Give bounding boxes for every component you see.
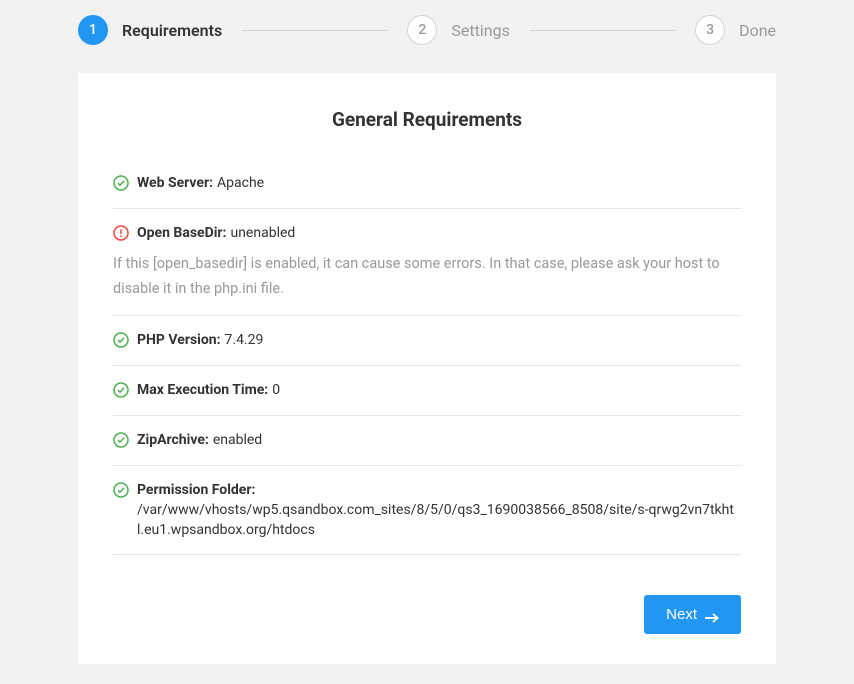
- step-done[interactable]: 3 Done: [695, 15, 776, 45]
- arrow-right-icon: [705, 610, 719, 620]
- requirement-webserver: Web Server: Apache: [113, 159, 741, 209]
- check-icon: [113, 175, 129, 191]
- requirement-label: Permission Folder:: [137, 480, 255, 501]
- requirement-permission-folder: Permission Folder: /var/www/vhosts/wp5.q…: [113, 466, 741, 555]
- requirement-value: 0: [272, 380, 280, 401]
- step-number: 3: [695, 15, 725, 45]
- step-settings[interactable]: 2 Settings: [407, 15, 509, 45]
- step-divider: [530, 30, 675, 31]
- requirement-label: Open BaseDir:: [137, 223, 226, 244]
- requirement-value: 7.4.29: [225, 330, 264, 351]
- next-button[interactable]: Next: [644, 595, 741, 634]
- step-label: Settings: [451, 21, 509, 40]
- requirement-php: PHP Version: 7.4.29: [113, 316, 741, 366]
- step-label: Requirements: [122, 21, 222, 40]
- requirement-label: Max Execution Time:: [137, 380, 268, 401]
- card-title: General Requirements: [113, 108, 741, 131]
- check-icon: [113, 382, 129, 398]
- next-button-label: Next: [666, 606, 697, 623]
- requirement-maxexec: Max Execution Time: 0: [113, 366, 741, 416]
- requirement-note: If this [open_basedir] is enabled, it ca…: [113, 252, 741, 301]
- requirement-label: ZipArchive:: [137, 430, 209, 451]
- step-divider: [242, 30, 387, 31]
- requirements-card: General Requirements Web Server: Apache …: [78, 73, 776, 664]
- step-requirements[interactable]: 1 Requirements: [78, 15, 222, 45]
- requirement-value: Apache: [217, 173, 264, 194]
- step-number: 1: [78, 15, 108, 45]
- requirement-label: PHP Version:: [137, 330, 221, 351]
- requirement-value: /var/www/vhosts/wp5.qsandbox.com_sites/8…: [137, 501, 741, 540]
- requirement-value: unenabled: [230, 223, 295, 244]
- check-icon: [113, 332, 129, 348]
- card-footer: Next: [113, 595, 741, 634]
- check-icon: [113, 432, 129, 448]
- check-icon: [113, 482, 129, 498]
- stepper: 1 Requirements 2 Settings 3 Done: [0, 15, 854, 45]
- requirement-label: Web Server:: [137, 173, 213, 194]
- step-number: 2: [407, 15, 437, 45]
- warning-icon: [113, 225, 129, 241]
- requirement-value: enabled: [213, 430, 262, 451]
- requirement-openbasedir: Open BaseDir: unenabled If this [open_ba…: [113, 209, 741, 316]
- step-label: Done: [739, 21, 776, 40]
- requirement-ziparchive: ZipArchive: enabled: [113, 416, 741, 466]
